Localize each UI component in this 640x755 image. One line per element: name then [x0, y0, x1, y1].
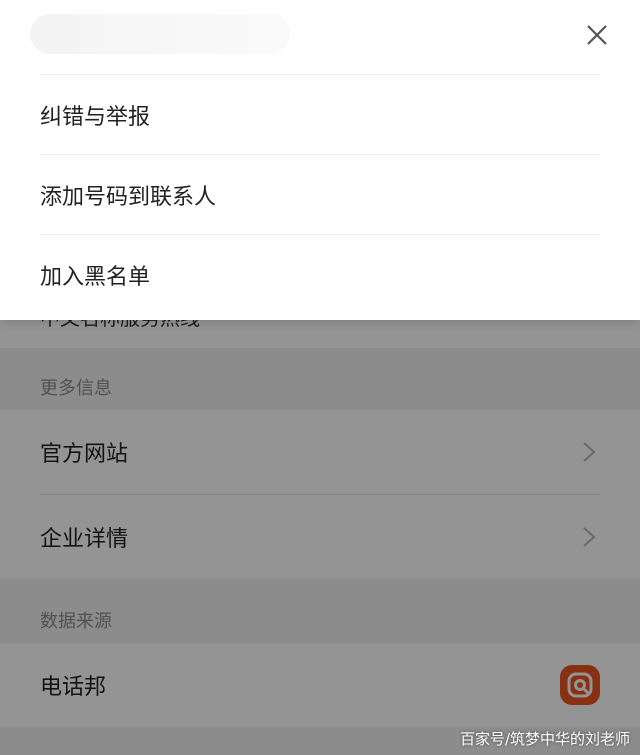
- report-error-option[interactable]: 纠错与举报: [40, 74, 600, 154]
- screen: 中文名称服务热线 更多信息 官方网站 企业详情 数据来源 电话邦: [0, 0, 640, 755]
- close-icon: [585, 23, 609, 51]
- action-sheet: 纠错与举报 添加号码到联系人 加入黑名单: [0, 0, 640, 320]
- action-sheet-header: [0, 0, 640, 74]
- add-to-contacts-option[interactable]: 添加号码到联系人: [40, 154, 600, 234]
- close-button[interactable]: [582, 22, 612, 52]
- blurred-header-area: [30, 14, 290, 54]
- add-to-blacklist-option[interactable]: 加入黑名单: [40, 234, 600, 314]
- watermark: 百家号/筑梦中华的刘老师: [459, 730, 630, 748]
